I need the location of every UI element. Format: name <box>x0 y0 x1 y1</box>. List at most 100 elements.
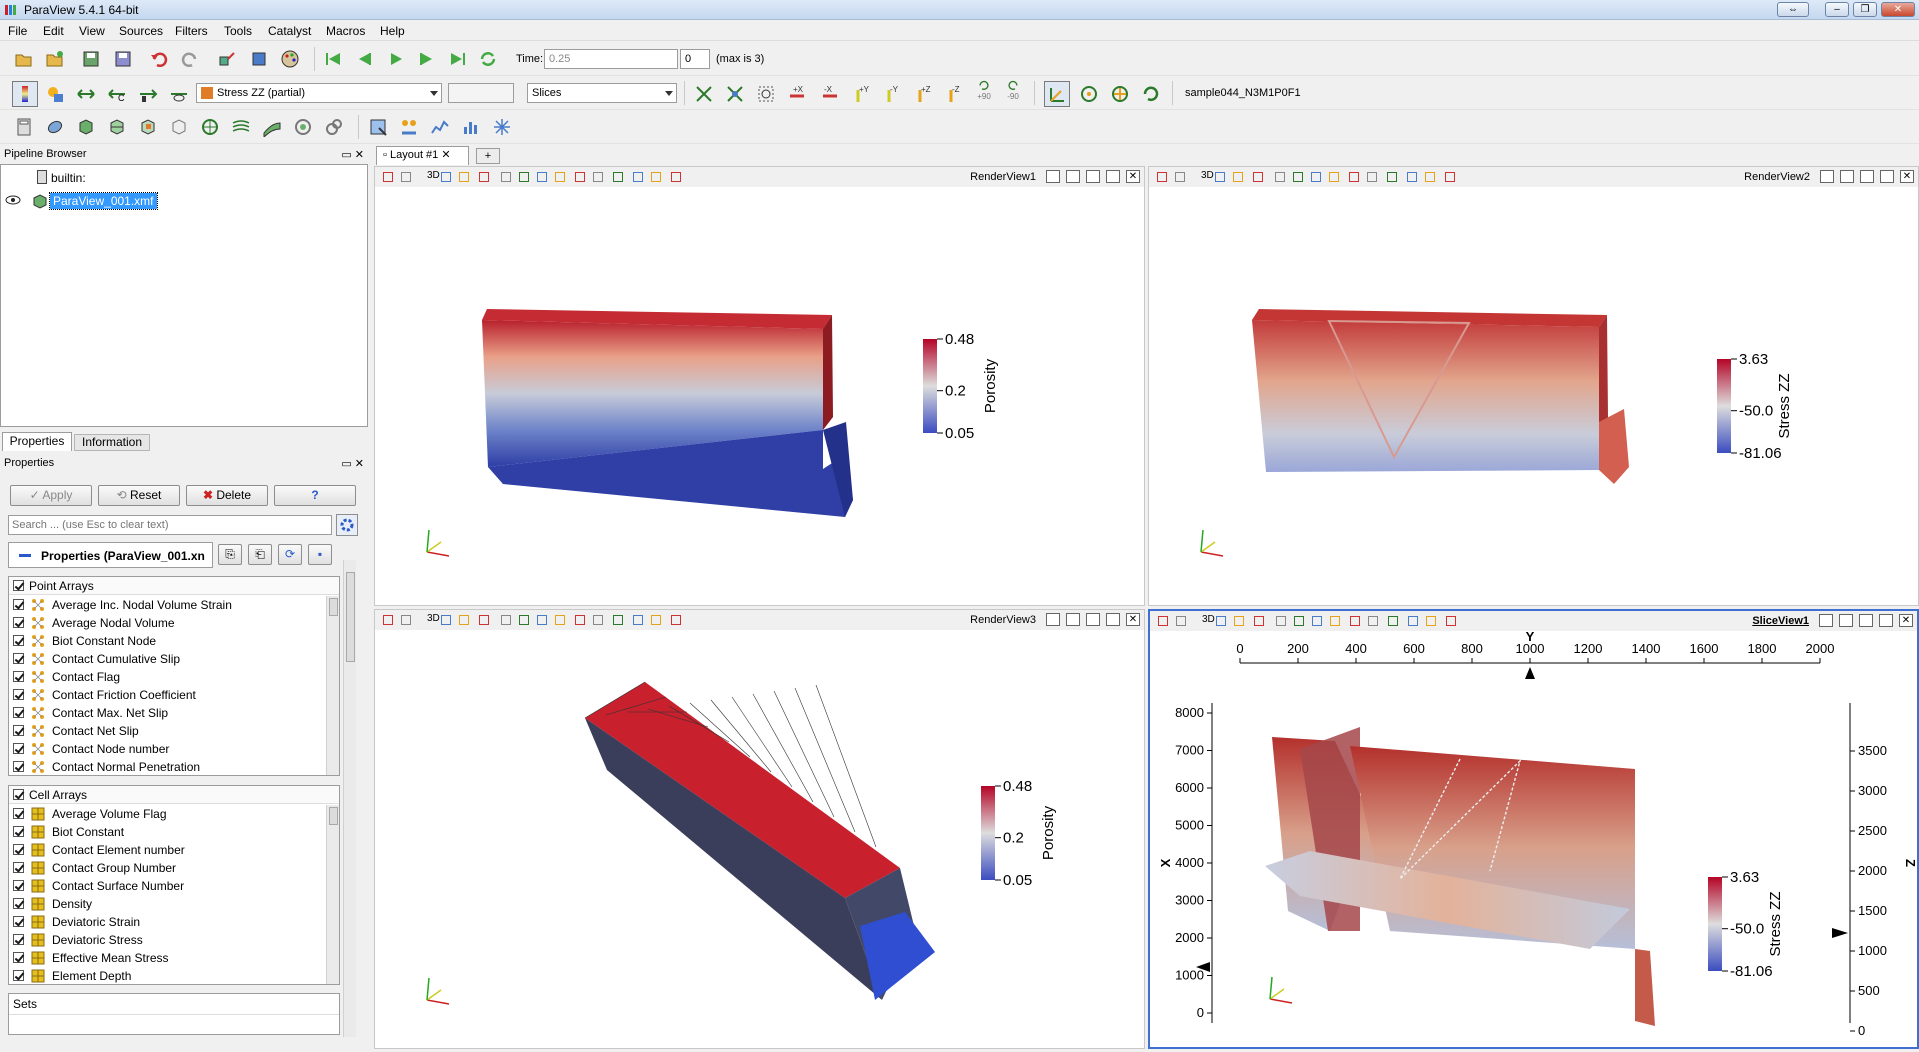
view-tool-icon[interactable] <box>1330 616 1340 626</box>
point-array-row[interactable]: Contact Max. Net Slip <box>9 704 327 722</box>
mesh-side-face[interactable] <box>823 315 833 430</box>
next-frame-icon[interactable] <box>416 48 438 70</box>
save-data-icon[interactable] <box>80 48 102 70</box>
view-plus-x-icon[interactable]: +X <box>787 83 809 105</box>
split-horizontal-icon[interactable] <box>1046 613 1060 626</box>
pipeline-item-paraview-xmf[interactable]: ParaView_001.xmf <box>49 192 158 210</box>
view-tool-icon[interactable] <box>1294 616 1304 626</box>
connect-icon[interactable] <box>216 48 238 70</box>
plot-over-line-icon[interactable] <box>429 116 451 138</box>
calculator-icon[interactable] <box>13 116 35 138</box>
slice-icon[interactable] <box>106 116 128 138</box>
play-icon[interactable] <box>385 48 407 70</box>
undo-icon[interactable] <box>148 48 170 70</box>
close-button[interactable]: ✕ <box>1881 2 1915 17</box>
view-tool-icon[interactable] <box>575 615 585 625</box>
view-tool-icon[interactable] <box>1388 616 1398 626</box>
point-array-row[interactable]: Contact Flag <box>9 668 327 686</box>
loop-icon[interactable] <box>477 48 499 70</box>
view-tool-icon[interactable] <box>1253 172 1263 182</box>
array-checkbox[interactable] <box>13 880 24 891</box>
extract-level-icon[interactable] <box>323 116 345 138</box>
array-checkbox[interactable] <box>13 916 24 927</box>
render-view-1[interactable]: 3D RenderView1 ✕ 0.48 0.2 0.05 Porosity <box>374 166 1145 606</box>
menu-sources[interactable]: Sources <box>119 24 163 38</box>
layout-tab-close-icon[interactable]: ✕ <box>441 149 450 161</box>
view-tool-icon[interactable] <box>519 172 529 182</box>
view-tool-icon[interactable] <box>1176 616 1186 626</box>
first-frame-icon[interactable] <box>322 48 344 70</box>
close-view-icon[interactable]: ✕ <box>1899 614 1913 627</box>
maximize-view-icon[interactable] <box>1859 614 1873 627</box>
help-button[interactable]: ? <box>274 485 356 506</box>
point-array-row[interactable]: Average Inc. Nodal Volume Strain <box>9 596 327 614</box>
array-checkbox[interactable] <box>13 761 24 772</box>
split-horizontal-icon[interactable] <box>1046 170 1060 183</box>
show-center-icon[interactable] <box>1044 81 1070 107</box>
array-checkbox[interactable] <box>13 635 24 646</box>
view-tool-icon[interactable] <box>1408 616 1418 626</box>
advanced-properties-gear-icon[interactable] <box>336 514 358 536</box>
view-tool-icon[interactable] <box>1350 616 1360 626</box>
copy-properties-icon[interactable]: ⎘ <box>218 544 242 565</box>
view-plus-z-icon[interactable]: +Z <box>911 83 933 105</box>
zoom-to-data-icon[interactable] <box>724 83 746 105</box>
cell-array-row[interactable]: Deviatoric Strain <box>9 913 327 931</box>
maximize-button[interactable]: ❐ <box>1853 2 1877 17</box>
array-checkbox[interactable] <box>13 898 24 909</box>
undock-view-icon[interactable] <box>1879 614 1893 627</box>
menu-edit[interactable]: Edit <box>43 24 64 38</box>
menu-catalyst[interactable]: Catalyst <box>268 24 311 38</box>
cell-array-row[interactable]: Biot Constant <box>9 823 327 841</box>
properties-search-input[interactable] <box>8 515 332 535</box>
view-tool-icon[interactable] <box>671 615 681 625</box>
menu-filters[interactable]: Filters <box>175 24 208 38</box>
array-checkbox[interactable] <box>13 617 24 628</box>
properties-scrollbar[interactable] <box>343 560 356 1037</box>
array-checkbox[interactable] <box>13 862 24 873</box>
view-tool-icon[interactable] <box>459 615 469 625</box>
point-array-row[interactable]: Contact Friction Coefficient <box>9 686 327 704</box>
view-tool-icon[interactable] <box>1446 616 1456 626</box>
color-palette-icon[interactable] <box>279 48 301 70</box>
maximize-view-icon[interactable] <box>1086 613 1100 626</box>
rotate-minus90-icon[interactable]: -90 <box>1002 79 1024 101</box>
rescale-temporal-icon[interactable] <box>137 83 159 105</box>
view-tool-icon[interactable] <box>383 615 393 625</box>
view-tool-icon[interactable] <box>383 172 393 182</box>
view-tool-icon[interactable] <box>1445 172 1455 182</box>
view-tool-icon[interactable] <box>593 172 603 182</box>
undock-view-icon[interactable] <box>1106 613 1120 626</box>
contour-icon[interactable] <box>44 116 66 138</box>
view-tool-icon[interactable] <box>1368 616 1378 626</box>
view-tool-icon[interactable] <box>1407 172 1417 182</box>
view-tool-icon[interactable] <box>633 172 643 182</box>
edit-color-map-icon[interactable] <box>44 83 66 105</box>
stream-tracer-icon[interactable] <box>230 116 252 138</box>
warp-by-vector-icon[interactable] <box>261 116 283 138</box>
point-array-row[interactable]: Average Nodal Volume <box>9 614 327 632</box>
color-array-select[interactable]: Stress ZZ (partial) <box>196 83 442 103</box>
menu-file[interactable]: File <box>8 24 27 38</box>
point-arrays-scrollbar[interactable] <box>326 596 339 775</box>
cell-array-row[interactable]: Density <box>9 895 327 913</box>
menu-tools[interactable]: Tools <box>224 24 252 38</box>
cell-array-row[interactable]: Contact Surface Number <box>9 877 327 895</box>
rotate-plus90-icon[interactable]: +90 <box>973 79 995 101</box>
pipeline-item-builtin[interactable]: builtin: <box>51 171 86 185</box>
last-frame-icon[interactable] <box>447 48 469 70</box>
view-tool-icon[interactable] <box>651 615 661 625</box>
view-3d-toggle[interactable]: 3D <box>427 170 440 181</box>
extract-subset-icon[interactable] <box>168 116 190 138</box>
view-tool-icon[interactable] <box>537 172 547 182</box>
disconnect-icon[interactable] <box>248 48 270 70</box>
cell-arrays-header[interactable]: Cell Arrays <box>9 786 339 804</box>
view-tool-icon[interactable] <box>555 172 565 182</box>
reset-center-icon[interactable] <box>1078 83 1100 105</box>
cell-array-row[interactable]: Average Volume Flag <box>9 805 327 823</box>
view-tool-icon[interactable] <box>555 615 565 625</box>
view-minus-z-icon[interactable]: -Z <box>942 83 964 105</box>
array-checkbox[interactable] <box>13 844 24 855</box>
split-horizontal-icon[interactable] <box>1819 614 1833 627</box>
menu-help[interactable]: Help <box>380 24 405 38</box>
